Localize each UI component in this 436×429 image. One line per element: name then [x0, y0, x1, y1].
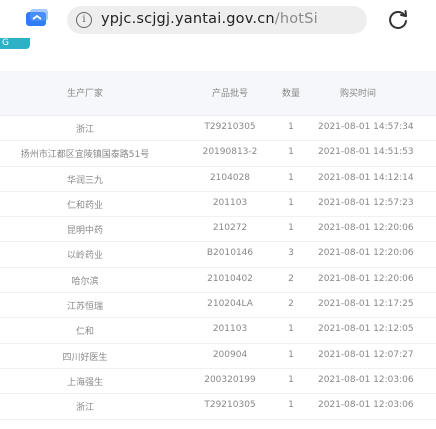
cell-quantity: 1	[288, 122, 294, 132]
cell-batch-number: B2010146	[206, 248, 254, 259]
cell-batch-number: 210204LA	[207, 299, 253, 310]
tab-switcher-icon[interactable]	[25, 9, 49, 27]
table-row: 浙江 T29210305 1 2021-08-01 12:03:06	[0, 394, 436, 420]
cell-purchase-time: 2021-08-01 12:12:05	[318, 324, 414, 335]
cell-manufacturer: 江苏恒瑞	[66, 302, 103, 313]
cell-quantity: 2	[288, 299, 294, 310]
purchase-table: 生产厂家 产品批号 数量 购买时间 浙江 T29210305 1 2021-08-01…	[0, 71, 436, 429]
site-info-icon[interactable]: i	[76, 12, 92, 28]
table-row: 昆明中药 210272 1 2021-08-01 12:20:06	[0, 217, 436, 243]
cell-purchase-time: 2021-08-01 12:20:06	[318, 248, 414, 259]
browser-toolbar: i ypjc.scjgj.yantai.gov.cn/hotSi	[0, 0, 436, 38]
address-bar[interactable]: i ypjc.scjgj.yantai.gov.cn/hotSi	[67, 6, 367, 34]
cell-quantity: 1	[288, 374, 294, 385]
cell-batch-number: 21010402	[207, 273, 253, 284]
table-row: 扬州市江都区宜陵镇国泰路51号 20190813-2 1 2021-08-01 14:…	[0, 141, 436, 167]
cell-purchase-time: 2021-08-01 14:57:34	[318, 122, 414, 132]
table-body: 浙江 T29210305 1 2021-08-01 14:57:34 扬州市江都区宜陵镇…	[0, 116, 436, 420]
cell-batch-number: 200904	[212, 349, 248, 360]
cell-quantity: 2	[288, 273, 294, 284]
cell-batch-number: 201103	[212, 197, 248, 208]
cell-quantity: 1	[288, 223, 294, 234]
refresh-icon[interactable]	[386, 8, 410, 32]
header-manufacturer: 生产厂家	[66, 89, 103, 99]
cell-purchase-time: 2021-08-01 12:17:25	[318, 299, 414, 310]
cell-quantity: 1	[288, 147, 294, 158]
table-row: 仁和 201103 1 2021-08-01 12:12:05	[0, 318, 436, 344]
cell-batch-number: 210272	[212, 223, 248, 234]
cell-manufacturer: 仁和	[75, 327, 94, 338]
table-row: 浙江 T29210305 1 2021-08-01 14:57:34	[0, 116, 436, 142]
page-tag[interactable]: G	[0, 38, 30, 49]
cell-purchase-time: 2021-08-01 12:20:06	[318, 273, 414, 284]
cell-purchase-time: 2021-08-01 12:03:06	[318, 374, 414, 385]
cell-quantity: 1	[288, 324, 294, 335]
cell-manufacturer: 哈尔滨	[71, 276, 99, 287]
cell-batch-number: T29210305	[204, 400, 256, 411]
cell-batch-number: 200320199	[204, 374, 256, 385]
cell-quantity: 3	[288, 248, 294, 259]
cell-manufacturer: 仁和药业	[66, 200, 103, 211]
table-header: 生产厂家 产品批号 数量 购买时间	[0, 71, 436, 116]
cell-purchase-time: 2021-08-01 12:20:06	[318, 223, 414, 234]
cell-manufacturer: 浙江	[75, 403, 94, 414]
header-quantity: 数量	[281, 89, 300, 99]
cell-manufacturer: 昆明中药	[66, 226, 103, 237]
table-row: 华润三九 2104028 1 2021-08-01 14:12:14	[0, 167, 436, 192]
cell-manufacturer: 扬州市江都区宜陵镇国泰路51号	[20, 150, 150, 161]
table-row: 以岭药业 B2010146 3 2021-08-01 12:20:06	[0, 242, 436, 268]
table-row: 仁和药业 201103 1 2021-08-01 12:57:23	[0, 192, 436, 218]
cell-purchase-time: 2021-08-01 12:07:27	[318, 349, 414, 360]
cell-manufacturer: 浙江	[75, 125, 94, 135]
header-purchase-time: 购买时间	[340, 89, 377, 99]
url-host: ypjc.scjgj.yantai.gov.cn	[101, 11, 275, 27]
cell-batch-number: T29210305	[204, 122, 256, 132]
cell-purchase-time: 2021-08-01 14:51:53	[318, 147, 414, 158]
cell-batch-number: 20190813-2	[202, 147, 258, 158]
cell-quantity: 1	[288, 349, 294, 360]
table-row: 上海强生 200320199 1 2021-08-01 12:03:06	[0, 369, 436, 395]
cell-purchase-time: 2021-08-01 12:03:06	[318, 400, 414, 411]
cell-manufacturer: 四川好医生	[62, 352, 108, 363]
cell-purchase-time: 2021-08-01 12:57:23	[318, 197, 414, 208]
cell-quantity: 1	[288, 172, 294, 183]
cell-manufacturer: 以岭药业	[66, 251, 103, 262]
cell-batch-number: 201103	[212, 324, 248, 335]
table-row: 江苏恒瑞 210204LA 2 2021-08-01 12:17:25	[0, 293, 436, 319]
url-path: /hotSi	[274, 11, 318, 27]
header-batch-number: 产品批号	[211, 89, 248, 99]
table-row: 哈尔滨 21010402 2 2021-08-01 12:20:06	[0, 268, 436, 294]
cell-manufacturer: 华润三九	[66, 175, 103, 186]
cell-quantity: 1	[288, 197, 294, 208]
table-row: 四川好医生 200904 1 2021-08-01 12:07:27	[0, 344, 436, 369]
cell-batch-number: 2104028	[209, 172, 251, 183]
cell-manufacturer: 上海强生	[66, 377, 103, 388]
cell-quantity: 1	[288, 400, 294, 411]
url-text[interactable]: ypjc.scjgj.yantai.gov.cn/hotSi	[101, 11, 318, 27]
cell-purchase-time: 2021-08-01 14:12:14	[318, 172, 414, 183]
